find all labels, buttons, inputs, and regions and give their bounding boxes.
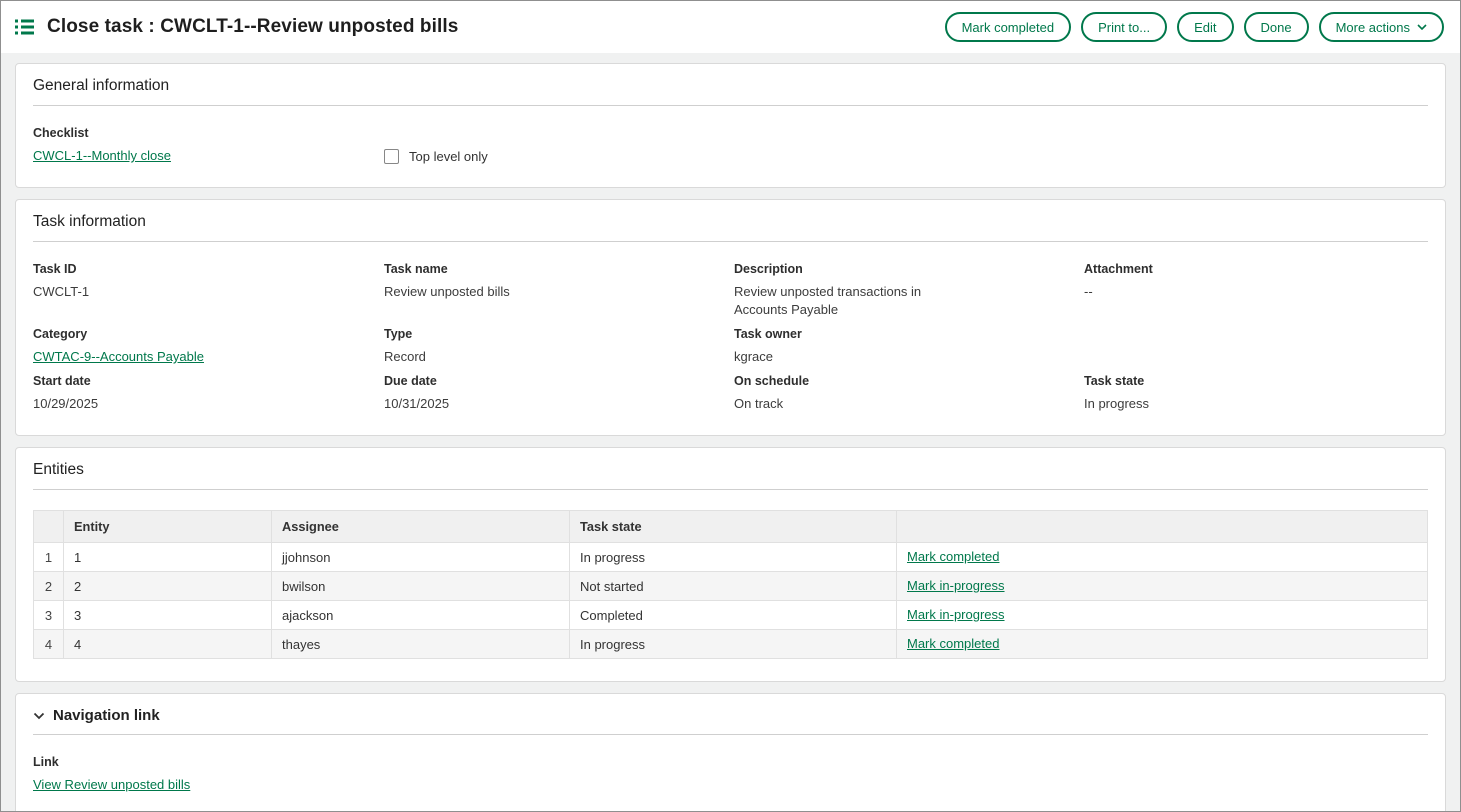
task-information-section: Task information Task ID CWCLT-1 Task na… (15, 199, 1446, 436)
row-action-link[interactable]: Mark completed (907, 636, 999, 651)
row-number-header (34, 511, 64, 543)
navigation-link-title: Navigation link (53, 707, 160, 724)
field-value: Review unposted transactions in Accounts… (734, 283, 952, 319)
table-row: 4 4 thayes In progress Mark completed (34, 630, 1428, 659)
section-divider (33, 241, 1428, 242)
field-label: Task owner (734, 327, 1084, 341)
table-row: 2 2 bwilson Not started Mark in-progress (34, 572, 1428, 601)
field-value: Record (384, 348, 734, 366)
checklist-link[interactable]: CWCL-1--Monthly close (33, 148, 171, 163)
task-state-cell: In progress (570, 630, 897, 659)
general-information-title: General information (33, 77, 1428, 95)
task-state-cell: Completed (570, 601, 897, 630)
field-value: CWCLT-1 (33, 283, 384, 301)
entity-column-header: Entity (64, 511, 272, 543)
due-date-field: Due date 10/31/2025 (384, 374, 734, 413)
category-link[interactable]: CWTAC-9--Accounts Payable (33, 349, 204, 364)
assignee-cell: jjohnson (272, 543, 570, 572)
close-task-page: Close task : CWCLT-1--Review unposted bi… (0, 0, 1461, 812)
section-divider (33, 489, 1428, 490)
row-action-link[interactable]: Mark in-progress (907, 607, 1005, 622)
checkbox-icon[interactable] (384, 149, 399, 164)
page-title: Close task : CWCLT-1--Review unposted bi… (47, 16, 458, 38)
chevron-down-icon (1417, 24, 1427, 30)
print-to-button[interactable]: Print to... (1081, 12, 1167, 42)
entity-cell: 3 (64, 601, 272, 630)
task-name-field: Task name Review unposted bills (384, 262, 734, 301)
collapse-chevron-icon[interactable] (33, 712, 45, 720)
attachment-field: Attachment -- (1084, 262, 1428, 301)
task-owner-field: Task owner kgrace (734, 327, 1084, 366)
more-actions-button[interactable]: More actions (1319, 12, 1444, 42)
description-field: Description Review unposted transactions… (734, 262, 1084, 319)
task-id-field: Task ID CWCLT-1 (33, 262, 384, 301)
assignee-column-header: Assignee (272, 511, 570, 543)
task-state-field: Task state In progress (1084, 374, 1428, 413)
field-value: In progress (1084, 395, 1428, 413)
field-value: Review unposted bills (384, 283, 734, 301)
entities-table: Entity Assignee Task state 1 1 jjohnson … (33, 510, 1428, 659)
section-divider (33, 734, 1428, 735)
type-field: Type Record (384, 327, 734, 366)
table-row: 3 3 ajackson Completed Mark in-progress (34, 601, 1428, 630)
header-bar: Close task : CWCLT-1--Review unposted bi… (1, 1, 1460, 53)
entities-title: Entities (33, 461, 1428, 479)
top-level-only-label: Top level only (409, 149, 488, 164)
field-label: Category (33, 327, 384, 341)
mark-completed-button[interactable]: Mark completed (945, 12, 1071, 42)
start-date-field: Start date 10/29/2025 (33, 374, 384, 413)
field-label: Type (384, 327, 734, 341)
assignee-cell: ajackson (272, 601, 570, 630)
general-information-section: General information Checklist CWCL-1--Mo… (15, 63, 1446, 188)
row-number: 1 (34, 543, 64, 572)
task-state-cell: Not started (570, 572, 897, 601)
view-task-link[interactable]: View Review unposted bills (33, 777, 190, 792)
field-label: Task state (1084, 374, 1428, 388)
row-number: 2 (34, 572, 64, 601)
field-label: On schedule (734, 374, 1084, 388)
table-header-row: Entity Assignee Task state (34, 511, 1428, 543)
header-actions: Mark completed Print to... Edit Done Mor… (945, 12, 1444, 42)
task-state-column-header: Task state (570, 511, 897, 543)
page-content: General information Checklist CWCL-1--Mo… (1, 53, 1460, 812)
field-label: Due date (384, 374, 734, 388)
navigation-link-section: Navigation link Link View Review unposte… (15, 693, 1446, 812)
checklist-label: Checklist (33, 126, 384, 140)
row-number: 4 (34, 630, 64, 659)
field-label: Description (734, 262, 1084, 276)
category-field: Category CWTAC-9--Accounts Payable (33, 327, 384, 366)
link-field: Link View Review unposted bills (33, 755, 1428, 794)
field-label: Start date (33, 374, 384, 388)
done-button[interactable]: Done (1244, 12, 1309, 42)
assignee-cell: thayes (272, 630, 570, 659)
row-number: 3 (34, 601, 64, 630)
row-action-link[interactable]: Mark in-progress (907, 578, 1005, 593)
entity-cell: 2 (64, 572, 272, 601)
task-state-cell: In progress (570, 543, 897, 572)
checklist-field: Checklist CWCL-1--Monthly close (33, 126, 384, 165)
field-label: Attachment (1084, 262, 1428, 276)
on-schedule-field: On schedule On track (734, 374, 1084, 413)
link-label: Link (33, 755, 1428, 769)
task-list-icon[interactable] (15, 19, 34, 35)
entities-section: Entities Entity Assignee Task state 1 1 (15, 447, 1446, 682)
top-level-only-checkbox[interactable]: Top level only (384, 149, 488, 164)
edit-button[interactable]: Edit (1177, 12, 1233, 42)
field-value: 10/31/2025 (384, 395, 734, 413)
row-action-link[interactable]: Mark completed (907, 549, 999, 564)
field-value: 10/29/2025 (33, 395, 384, 413)
section-divider (33, 105, 1428, 106)
entity-cell: 4 (64, 630, 272, 659)
field-label: Task ID (33, 262, 384, 276)
action-column-header (897, 511, 1428, 543)
more-actions-label: More actions (1336, 20, 1410, 35)
field-value: kgrace (734, 348, 1084, 366)
entity-cell: 1 (64, 543, 272, 572)
field-label: Task name (384, 262, 734, 276)
assignee-cell: bwilson (272, 572, 570, 601)
table-row: 1 1 jjohnson In progress Mark completed (34, 543, 1428, 572)
field-value: -- (1084, 283, 1428, 301)
task-information-title: Task information (33, 213, 1428, 231)
field-value: On track (734, 395, 1084, 413)
